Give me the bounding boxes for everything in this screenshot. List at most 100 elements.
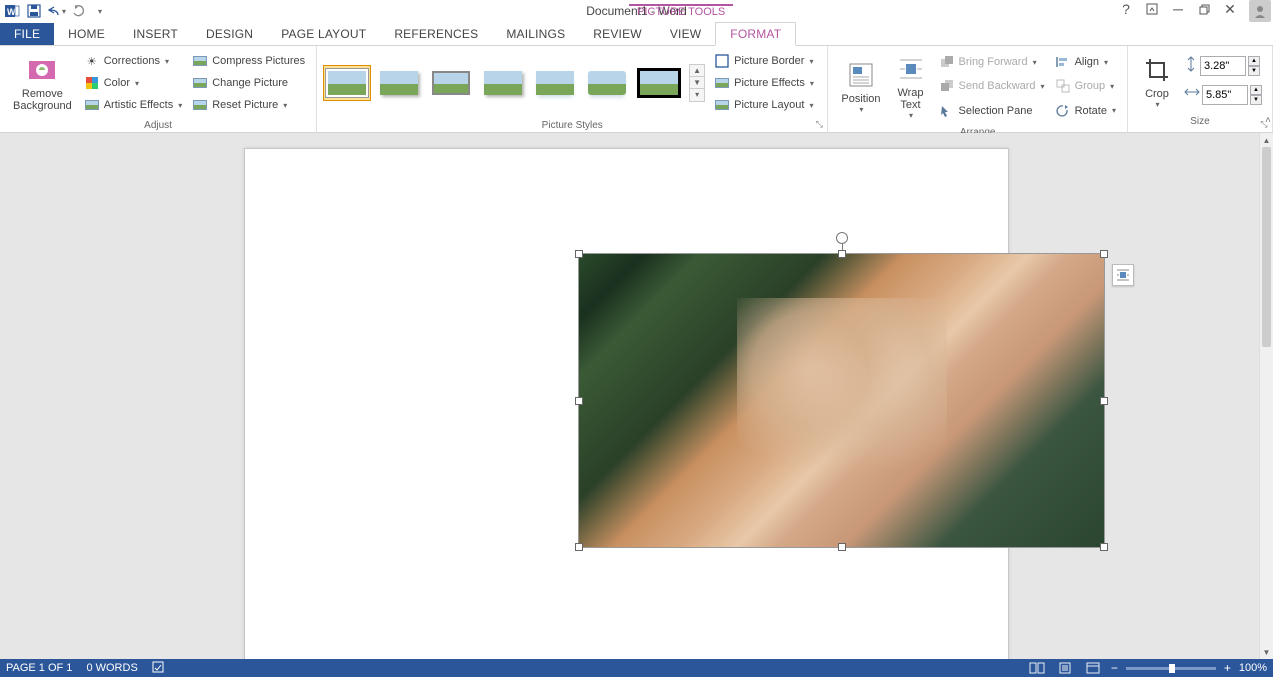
bring-forward-button[interactable]: Bring Forward▾ [934, 51, 1050, 73]
crop-button[interactable]: Crop▾ [1134, 50, 1180, 112]
rotate-handle[interactable] [836, 232, 848, 244]
help-icon[interactable]: ? [1115, 0, 1137, 18]
width-spinner-down-icon[interactable]: ▼ [1250, 95, 1262, 105]
corrections-label: Corrections [104, 55, 160, 67]
scrollbar-thumb[interactable] [1262, 147, 1271, 347]
scroll-down-icon[interactable]: ▼ [1260, 645, 1273, 659]
picture-border-button[interactable]: Picture Border▾ [709, 50, 819, 72]
wrap-text-button[interactable]: WrapText▾ [888, 50, 934, 123]
customize-qat-icon[interactable]: ▾ [90, 2, 110, 20]
title-bar: W ▾ ▾ Document1 - Word PICTURE TOOLS ? ─… [0, 0, 1273, 22]
gallery-scroll-up-icon[interactable]: ▲ [690, 65, 704, 77]
page-indicator[interactable]: PAGE 1 OF 1 [6, 662, 72, 674]
compress-pictures-button[interactable]: Compress Pictures [187, 50, 310, 72]
send-backward-button[interactable]: Send Backward▾ [934, 75, 1050, 97]
picture-layout-label: Picture Layout [734, 99, 804, 111]
reset-picture-button[interactable]: Reset Picture▾ [187, 94, 310, 116]
picture-style-1[interactable] [323, 65, 371, 101]
zoom-slider-thumb[interactable] [1169, 664, 1175, 673]
minimize-icon[interactable]: ─ [1167, 0, 1189, 18]
align-button[interactable]: Align▾ [1050, 51, 1121, 73]
tab-review[interactable]: REVIEW [579, 23, 656, 45]
user-account-icon[interactable] [1249, 0, 1271, 22]
redo-icon[interactable] [68, 2, 88, 20]
tab-references[interactable]: REFERENCES [380, 23, 492, 45]
change-picture-button[interactable]: Change Picture [187, 72, 310, 94]
picture-style-2[interactable] [375, 65, 423, 101]
height-input[interactable] [1200, 56, 1246, 76]
restore-icon[interactable] [1193, 0, 1215, 18]
gallery-scroll-down-icon[interactable]: ▼ [690, 77, 704, 89]
picture-style-6[interactable] [583, 65, 631, 101]
zoom-in-button[interactable]: + [1224, 661, 1231, 675]
selection-pane-icon [939, 103, 955, 119]
color-button[interactable]: Color▾ [79, 72, 188, 94]
bring-forward-icon [939, 54, 955, 70]
proofing-icon[interactable] [152, 661, 166, 676]
zoom-level[interactable]: 100% [1239, 662, 1267, 674]
zoom-slider[interactable] [1126, 667, 1216, 670]
gallery-more-icon[interactable]: ▾ [690, 89, 704, 101]
picture-style-4[interactable] [479, 65, 527, 101]
group-button[interactable]: Group▾ [1050, 75, 1121, 97]
selection-pane-label: Selection Pane [959, 105, 1033, 117]
tab-design[interactable]: DESIGN [192, 23, 267, 45]
tab-file[interactable]: FILE [0, 23, 54, 45]
position-icon [845, 59, 877, 91]
change-picture-icon [192, 75, 208, 91]
picture-effects-button[interactable]: Picture Effects▾ [709, 72, 819, 94]
tab-insert[interactable]: INSERT [119, 23, 192, 45]
resize-handle-middle-left[interactable] [575, 397, 583, 405]
rotate-button[interactable]: Rotate▾ [1050, 100, 1121, 122]
web-layout-view-icon[interactable] [1083, 661, 1103, 675]
collapse-ribbon-icon[interactable]: ˄ [1265, 115, 1271, 126]
width-spinner-up-icon[interactable]: ▲ [1250, 85, 1262, 95]
selection-pane-button[interactable]: Selection Pane [934, 100, 1050, 122]
height-spinner-down-icon[interactable]: ▼ [1248, 66, 1260, 76]
color-label: Color [104, 77, 130, 89]
tab-page-layout[interactable]: PAGE LAYOUT [267, 23, 380, 45]
close-icon[interactable]: ✕ [1219, 0, 1241, 18]
resize-handle-top-middle[interactable] [838, 250, 846, 258]
tab-mailings[interactable]: MAILINGS [492, 23, 579, 45]
undo-icon[interactable]: ▾ [46, 2, 66, 20]
picture-style-5[interactable] [531, 65, 579, 101]
document-editing-area[interactable] [0, 133, 1273, 659]
picture-style-3[interactable] [427, 65, 475, 101]
resize-handle-bottom-left[interactable] [575, 543, 583, 551]
width-icon [1184, 85, 1200, 104]
picture-border-label: Picture Border [734, 55, 804, 67]
height-spinner-up-icon[interactable]: ▲ [1248, 56, 1260, 66]
tab-format[interactable]: FORMAT [715, 22, 796, 46]
corrections-button[interactable]: ☀Corrections▾ [79, 50, 188, 72]
resize-handle-bottom-middle[interactable] [838, 543, 846, 551]
save-icon[interactable] [24, 2, 44, 20]
document-page[interactable] [244, 148, 1009, 659]
resize-handle-bottom-right[interactable] [1100, 543, 1108, 551]
word-app-icon[interactable]: W [2, 2, 22, 20]
zoom-out-button[interactable]: − [1111, 661, 1118, 675]
crop-label: Crop [1145, 88, 1169, 100]
tab-home[interactable]: HOME [54, 23, 119, 45]
layout-options-button[interactable] [1112, 264, 1134, 286]
print-layout-view-icon[interactable] [1055, 661, 1075, 675]
resize-handle-top-left[interactable] [575, 250, 583, 258]
resize-handle-top-right[interactable] [1100, 250, 1108, 258]
picture-style-7[interactable] [635, 65, 683, 101]
read-mode-view-icon[interactable] [1027, 661, 1047, 675]
picture-layout-button[interactable]: Picture Layout▾ [709, 94, 819, 116]
picture-effects-icon [714, 75, 730, 91]
tab-view[interactable]: VIEW [656, 23, 715, 45]
remove-background-button[interactable]: RemoveBackground [6, 50, 79, 116]
resize-handle-middle-right[interactable] [1100, 397, 1108, 405]
scroll-up-icon[interactable]: ▲ [1260, 133, 1273, 147]
position-button[interactable]: Position▾ [834, 50, 887, 123]
align-label: Align [1075, 56, 1099, 68]
artistic-effects-button[interactable]: Artistic Effects▾ [79, 94, 188, 116]
vertical-scrollbar[interactable]: ▲ ▼ [1259, 133, 1273, 659]
word-count[interactable]: 0 WORDS [86, 662, 137, 674]
picture-styles-dialog-launcher-icon[interactable]: ⤡ [813, 118, 825, 130]
width-input[interactable] [1202, 85, 1248, 105]
selected-picture[interactable] [578, 253, 1105, 548]
ribbon-display-options-icon[interactable] [1141, 0, 1163, 18]
